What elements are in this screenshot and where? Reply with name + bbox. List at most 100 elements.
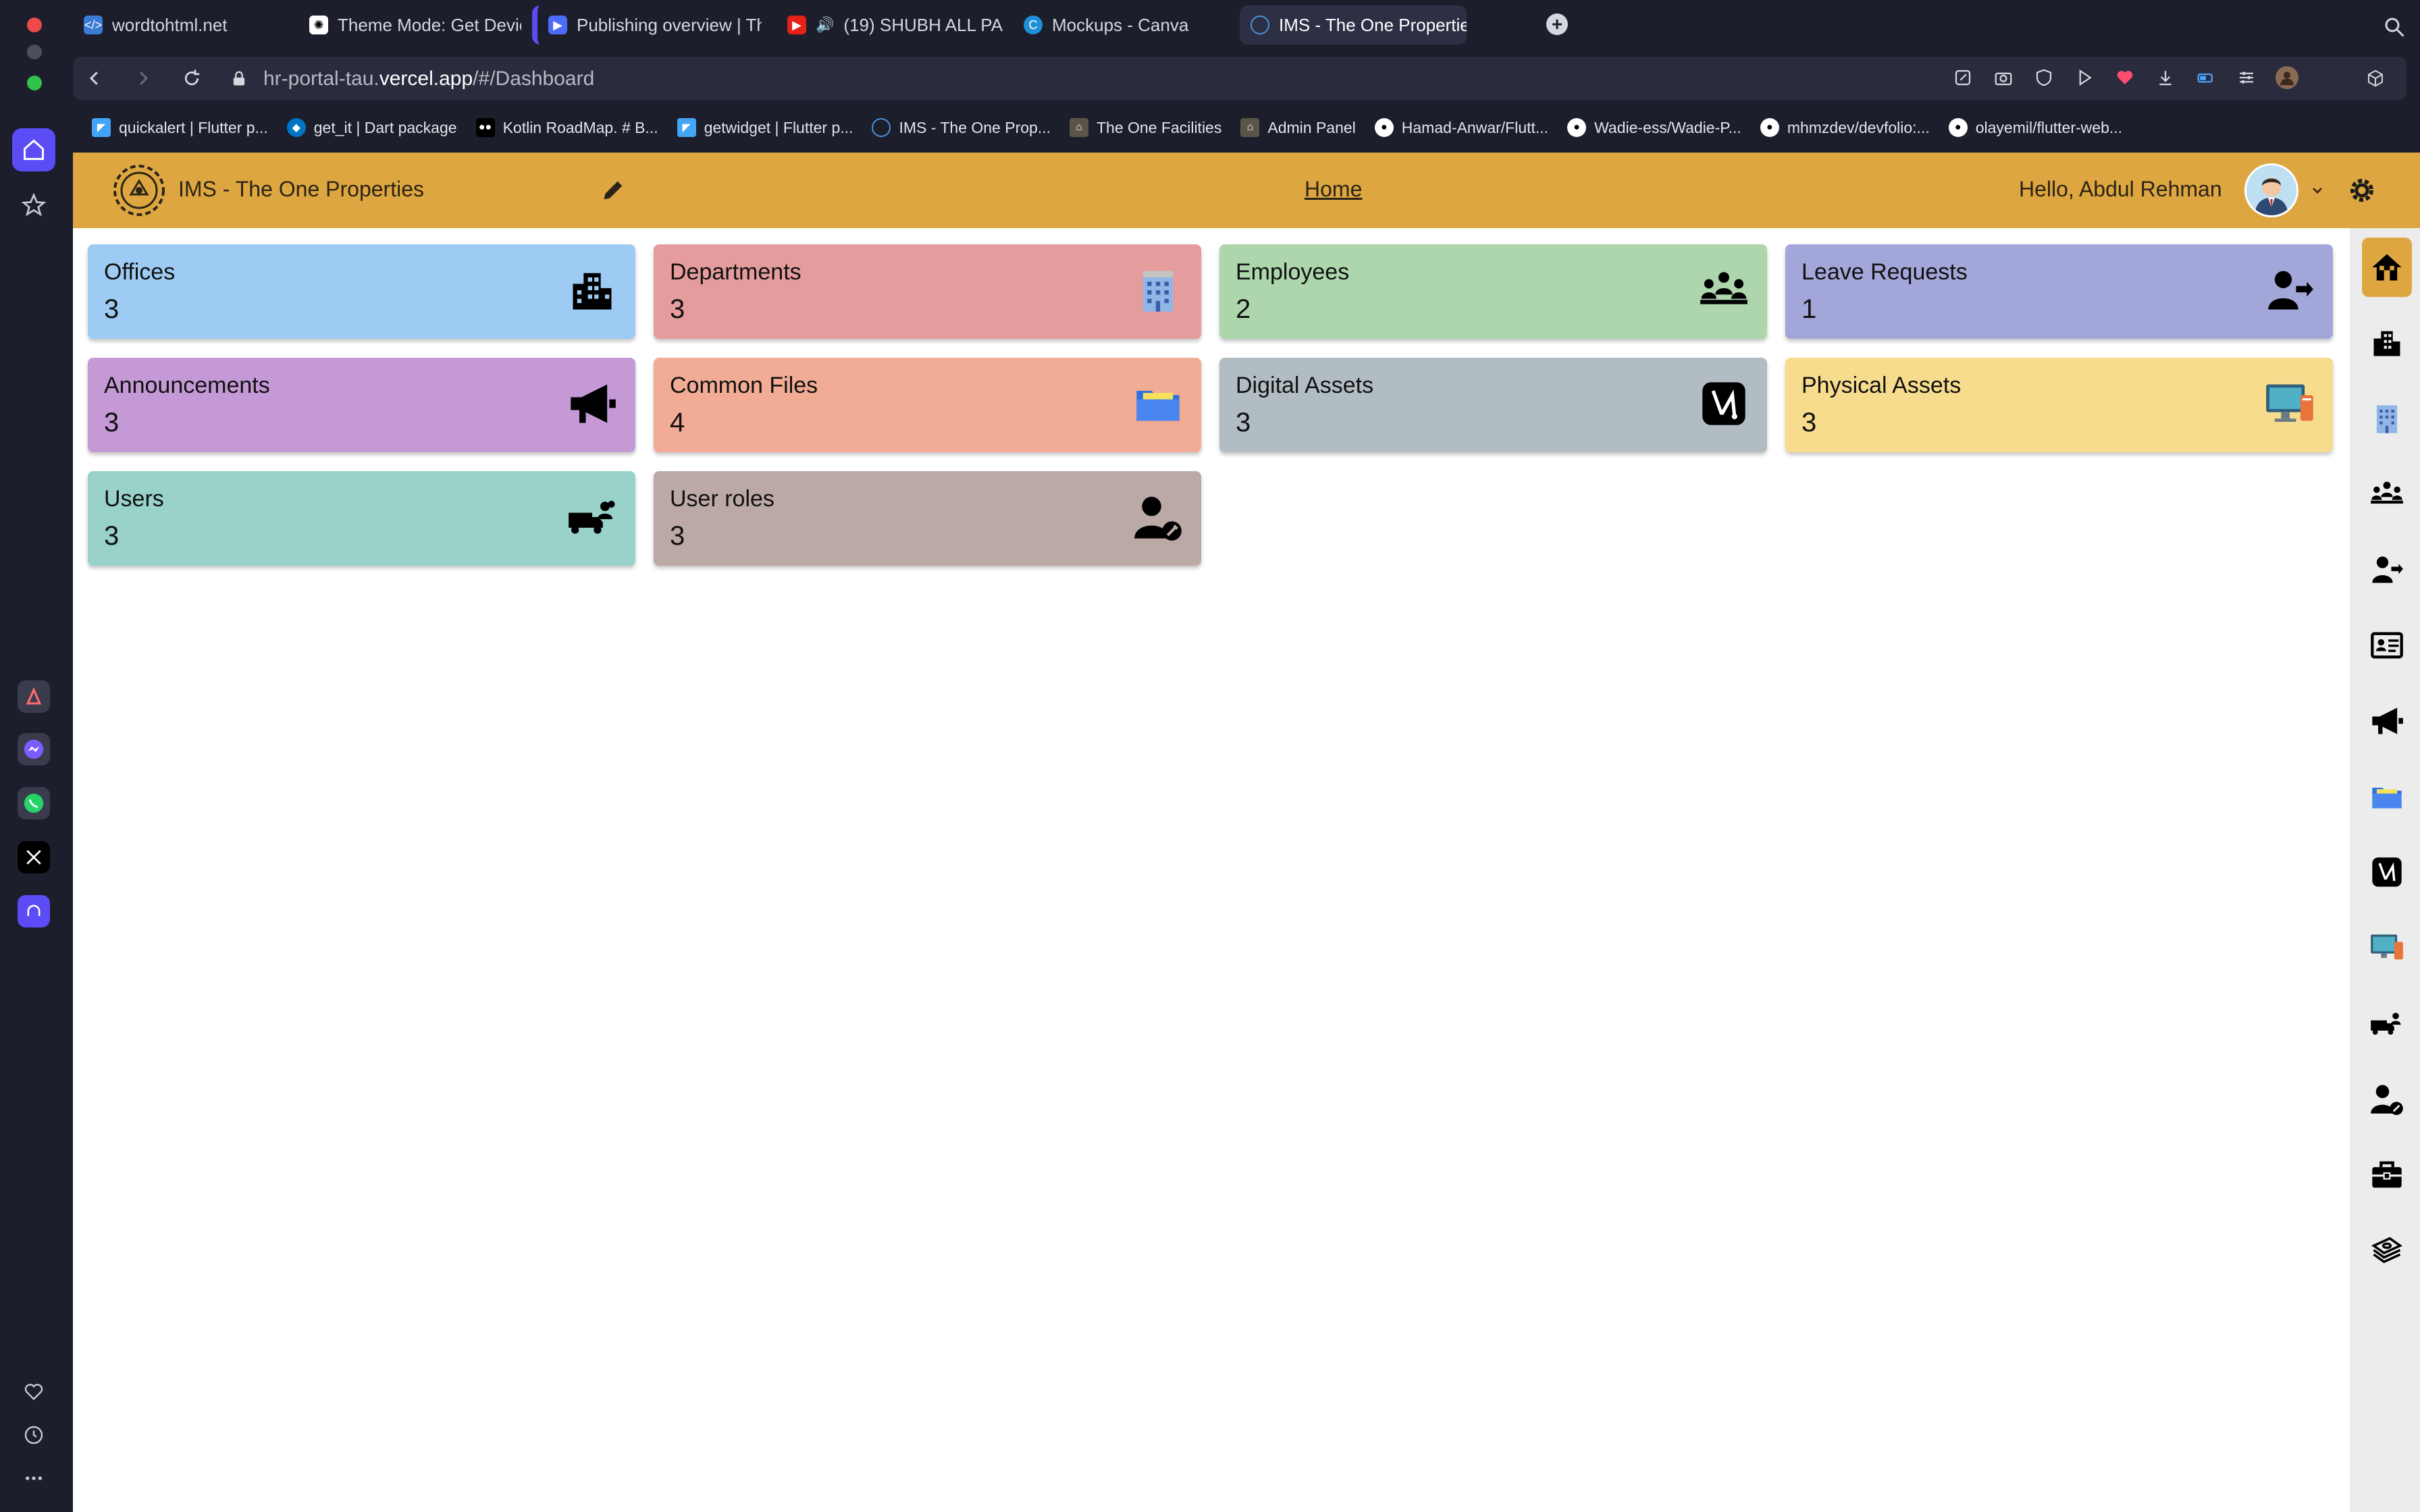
card-employees[interactable]: Employees 2 [1219, 244, 1767, 339]
reload-icon[interactable] [180, 66, 204, 90]
card-title: User roles [670, 486, 774, 512]
nav-departments-icon[interactable] [2362, 389, 2412, 448]
tab-publishing-overview[interactable]: ▶ Publishing overview | Th [532, 5, 762, 45]
nav-offices-icon[interactable] [2362, 313, 2412, 373]
tab-theme-mode[interactable]: ✺ Theme Mode: Get Devic [298, 5, 521, 45]
card-offices[interactable]: Offices 3 [88, 244, 635, 339]
card-digital-assets[interactable]: Digital Assets 3 [1219, 358, 1767, 452]
aria-ai-icon[interactable] [18, 680, 50, 713]
megaphone-icon [567, 378, 618, 429]
tab-wordtohtml[interactable]: </> wordtohtml.net [73, 5, 296, 45]
bookmark-label: Admin Panel [1267, 118, 1356, 136]
url-host-prefix: hr-portal-tau. [263, 68, 379, 90]
bookmark-item[interactable]: ⌂ Admin Panel [1240, 118, 1356, 137]
card-title: Digital Assets [1236, 373, 1374, 398]
history-clock-icon[interactable] [20, 1422, 47, 1449]
digital-asset-icon [1698, 378, 1750, 429]
nav-users-icon[interactable] [2362, 994, 2412, 1053]
extensions-cube-icon[interactable] [2363, 66, 2388, 90]
card-count: 3 [104, 294, 120, 324]
bookmark-item[interactable]: ● Hamad-Anwar/Flutt... [1374, 118, 1548, 137]
nav-id-card-icon[interactable] [2362, 616, 2412, 675]
card-user-roles[interactable]: User roles 3 [654, 471, 1201, 566]
url-input[interactable]: hr-portal-tau.vercel.app/#/Dashboard [263, 68, 594, 90]
x-twitter-icon[interactable] [18, 841, 50, 873]
tab-search-icon[interactable] [2382, 15, 2406, 39]
bookmark-item[interactable]: ⌂ The One Facilities [1070, 118, 1221, 137]
avatar[interactable] [2244, 163, 2298, 217]
nav-digital-assets-icon[interactable] [2362, 842, 2412, 902]
bookmarks-star-icon[interactable] [12, 184, 55, 227]
speaker-icon[interactable]: 🔊 [816, 16, 834, 34]
back-arrow-icon[interactable] [82, 66, 107, 90]
flutter-icon: ◤ [677, 118, 696, 137]
more-options-icon[interactable] [20, 1465, 47, 1492]
tab-ims-active[interactable]: IMS - The One Propertie [1240, 5, 1467, 45]
nav-home-link[interactable]: Home [1305, 177, 1362, 202]
nav-announcements-icon[interactable] [2362, 691, 2412, 751]
nav-leave-requests-icon[interactable] [2362, 540, 2412, 599]
nav-common-files-icon[interactable] [2362, 767, 2412, 826]
card-departments[interactable]: Departments 3 [654, 244, 1201, 339]
bookmark-item[interactable]: ● mhmzdev/devfolio:... [1760, 118, 1930, 137]
bookmark-item[interactable]: ●● Kotlin RoadMap. # B... [475, 118, 658, 137]
profile-avatar-icon[interactable] [2276, 66, 2298, 89]
bookmark-label: get_it | Dart package [313, 118, 457, 136]
new-tab-plus-icon[interactable]: + [1546, 14, 1568, 35]
heart-icon[interactable] [20, 1378, 47, 1405]
bookmark-item[interactable]: ◤ quickalert | Flutter p... [92, 118, 268, 137]
bookmark-item[interactable]: IMS - The One Prop... [872, 118, 1051, 137]
user-role-icon [1132, 491, 1184, 543]
nav-home-icon[interactable] [2362, 238, 2412, 297]
close-window-button[interactable] [27, 18, 42, 32]
publishing-icon: ▶ [548, 16, 567, 34]
bookmark-item[interactable]: ◆ get_it | Dart package [286, 118, 457, 137]
app-header: IMS - The One Properties Home Hello, Abd… [73, 153, 2420, 228]
nav-money-stack-icon[interactable] [2362, 1220, 2412, 1280]
download-icon[interactable] [2154, 66, 2177, 89]
music-player-icon[interactable] [18, 895, 50, 927]
bookmark-item[interactable]: ● olayemil/flutter-web... [1948, 118, 2123, 137]
bookmark-label: olayemil/flutter-web... [1975, 118, 2123, 136]
battery-saver-icon[interactable] [2194, 66, 2217, 89]
maximize-window-button[interactable] [27, 76, 42, 90]
nav-user-roles-icon[interactable] [2362, 1069, 2412, 1129]
medium-icon: ●● [475, 118, 495, 137]
chevron-down-icon[interactable] [2309, 182, 2325, 198]
address-actions [1951, 66, 2298, 89]
camera-snapshot-icon[interactable] [1992, 66, 2015, 89]
bookmark-item[interactable]: ● Wadie-ess/Wadie-P... [1567, 118, 1741, 137]
card-announcements[interactable]: Announcements 3 [88, 358, 635, 452]
tab-canva[interactable]: C Mockups - Canva [1013, 5, 1236, 45]
settings-gear-icon[interactable] [2346, 174, 2378, 207]
forward-arrow-icon[interactable] [131, 66, 155, 90]
edit-pencil-icon[interactable] [600, 177, 627, 204]
adblock-shield-icon[interactable] [2032, 66, 2055, 89]
wordtohtml-icon: </> [84, 16, 103, 34]
card-count: 3 [670, 294, 685, 324]
player-play-icon[interactable] [2073, 66, 2096, 89]
speed-dial-home-icon[interactable] [12, 128, 55, 171]
company-logo-icon[interactable] [111, 162, 167, 219]
office-building-icon [567, 265, 618, 316]
messenger-icon[interactable] [18, 733, 50, 765]
easy-setup-icon[interactable] [2235, 66, 2258, 89]
card-common-files[interactable]: Common Files 4 [654, 358, 1201, 452]
nav-physical-assets-icon[interactable] [2362, 918, 2412, 977]
tab-youtube[interactable]: ▶ 🔊 (19) SHUBH ALL PA [777, 5, 1013, 45]
whatsapp-icon[interactable] [18, 787, 50, 819]
card-leave-requests[interactable]: Leave Requests 1 [1785, 244, 2333, 339]
card-physical-assets[interactable]: Physical Assets 3 [1785, 358, 2333, 452]
bookmark-item[interactable]: ◤ getwidget | Flutter p... [677, 118, 853, 137]
tab-label: Mockups - Canva [1052, 14, 1189, 35]
card-users[interactable]: Users 3 [88, 471, 635, 566]
flutter-icon: ◤ [92, 118, 111, 137]
bookmark-label: IMS - The One Prop... [899, 118, 1051, 136]
canva-icon: C [1024, 16, 1043, 34]
minimize-window-button[interactable] [27, 45, 42, 59]
lock-icon[interactable] [227, 66, 251, 90]
nav-briefcase-icon[interactable] [2362, 1145, 2412, 1204]
edit-note-icon[interactable] [1951, 66, 1974, 89]
nav-employees-icon[interactable] [2362, 464, 2412, 524]
favorite-heart-icon[interactable] [2113, 66, 2136, 89]
